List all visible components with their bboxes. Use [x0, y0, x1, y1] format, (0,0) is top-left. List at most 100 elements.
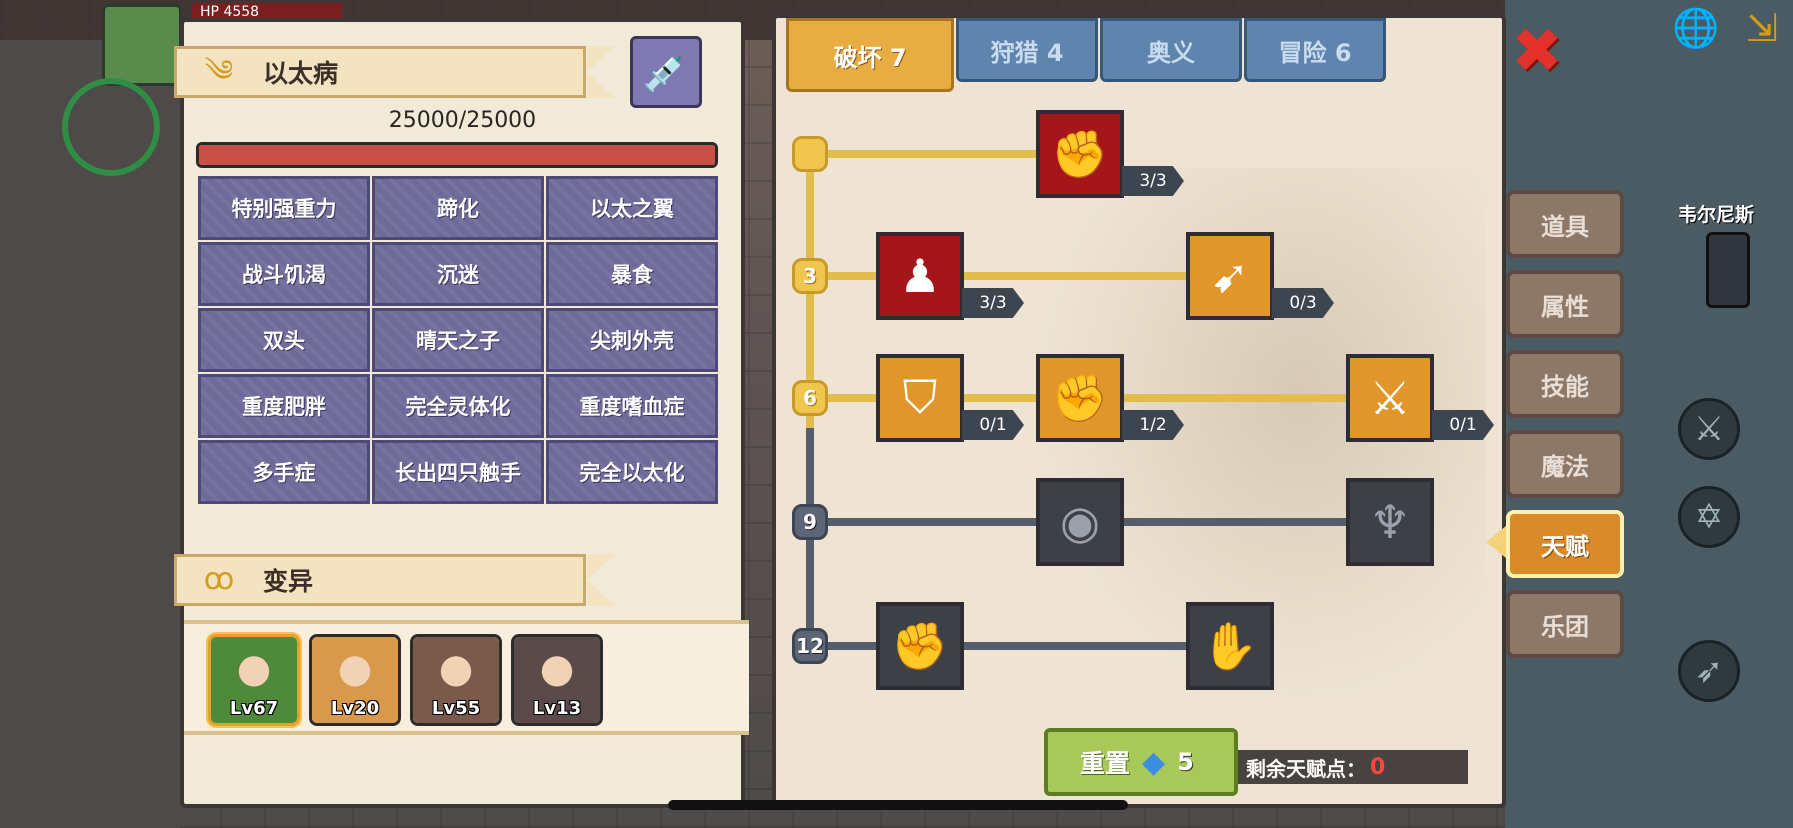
shield-break-icon: ⛉: [902, 370, 938, 424]
globe-icon[interactable]: 🌐: [1672, 6, 1719, 50]
skill-level-count: 0/1: [962, 410, 1024, 440]
skill-level-count: 0/1: [1432, 410, 1494, 440]
talent-panel: 破坏 7 狩猎 4 奥义 冒险 6 3 6 9 12 ✊ 3/3 ♟ 3/3 ➹ 0/3 ⛉ 0/1 ✊ 1/2…: [772, 14, 1506, 808]
arm-wrestle-skill[interactable]: ✊: [1036, 110, 1124, 198]
arrow-dodge-icon: ➹: [1210, 249, 1250, 303]
fist-skill[interactable]: ✊: [876, 602, 964, 690]
menu-5-button[interactable]: 天赋: [1506, 510, 1624, 578]
disease-panel: ༄ 以太病 💉 25000/25000 特别强重力 蹄化 以太之翼战斗饥渴 沉迷 暴食双…: [174, 18, 749, 808]
remaining-points: 剩余天赋点： 0: [1238, 750, 1468, 784]
bat-drop-icon: ♆: [1369, 495, 1411, 549]
disease-title: 以太病: [263, 59, 339, 88]
bow-icon[interactable]: ➶: [1678, 640, 1740, 702]
reset-button[interactable]: 重置 ◆ 5: [1044, 728, 1238, 796]
tier-node: 12: [792, 628, 828, 664]
close-icon: ✖: [1511, 14, 1563, 87]
menu-2-button[interactable]: 属性: [1506, 270, 1624, 338]
exit-icon[interactable]: ⇲: [1740, 6, 1784, 50]
player-avatar[interactable]: [102, 4, 182, 86]
sword-slash-icon: ⚔: [1369, 371, 1411, 425]
trait-cell[interactable]: 蹄化: [372, 176, 544, 240]
trait-cell[interactable]: 暴食: [546, 242, 718, 306]
shield-break-skill[interactable]: ⛉: [876, 354, 964, 442]
disease-hp-text: 25000/25000: [388, 108, 537, 133]
trait-cell[interactable]: 双头: [198, 308, 370, 372]
wind-icon: ༄: [204, 54, 234, 89]
party-character-1[interactable]: Lv67: [208, 634, 300, 726]
npc-name-label: 韦尔尼斯: [1678, 204, 1755, 226]
skill-level-count: 0/3: [1272, 288, 1334, 318]
home-indicator: [668, 800, 1128, 810]
bat-drop-skill[interactable]: ♆: [1346, 478, 1434, 566]
trait-cell[interactable]: 尖刺外壳: [546, 308, 718, 372]
reset-cost: 5: [1177, 748, 1194, 776]
sword-slash-skill[interactable]: ⚔: [1346, 354, 1434, 442]
menu-6-button[interactable]: 乐团: [1506, 590, 1624, 658]
trait-cell[interactable]: 战斗饥渴: [198, 242, 370, 306]
close-button[interactable]: ✖: [1508, 20, 1566, 82]
skill-level-count: 1/2: [1122, 410, 1184, 440]
dna-icon: ꝏ: [203, 562, 235, 597]
grab-hand-skill[interactable]: ✋: [1186, 602, 1274, 690]
remaining-points-value: 0: [1370, 754, 1386, 780]
ripple-orb-skill[interactable]: ◉: [1036, 478, 1124, 566]
tier-node: [792, 136, 828, 172]
arm-wrestle-icon: ✊: [1051, 126, 1109, 181]
tree-row-line: [810, 272, 1230, 280]
phone-icon[interactable]: [1706, 232, 1750, 308]
trait-cell[interactable]: 多手症: [198, 440, 370, 504]
reset-label: 重置: [1080, 749, 1131, 778]
muscle-body-skill[interactable]: ♟: [876, 232, 964, 320]
skill-level-count: 3/3: [1122, 166, 1184, 196]
muscle-body-icon: ♟: [899, 249, 941, 303]
trait-cell[interactable]: 重度肥胖: [198, 374, 370, 438]
disease-hp-bar: [196, 142, 718, 168]
ripple-orb-icon: ◉: [1059, 495, 1101, 549]
talent-tab[interactable]: 冒险 6: [1244, 18, 1386, 82]
trait-cell[interactable]: 重度嗜血症: [546, 374, 718, 438]
mutation-title: 变异: [263, 567, 314, 596]
trait-cell[interactable]: 沉迷: [372, 242, 544, 306]
tier-node: 6: [792, 380, 828, 416]
talent-tab[interactable]: 奥义: [1100, 18, 1242, 82]
buff-ring-icon: [62, 78, 160, 176]
syringe-icon: 💉: [642, 50, 690, 94]
diamond-icon: ◆: [1142, 744, 1166, 780]
party-character-4[interactable]: Lv13: [511, 634, 603, 726]
remaining-points-label: 剩余天赋点：: [1246, 756, 1366, 781]
skill-level-count: 3/3: [962, 288, 1024, 318]
tree-row-line: [810, 642, 1230, 650]
hexagram-icon[interactable]: ✡: [1678, 486, 1740, 548]
character-level: Lv13: [532, 698, 582, 719]
trait-cell[interactable]: 完全灵体化: [372, 374, 544, 438]
party-list: Lv67 Lv20 Lv55 Lv13: [184, 620, 749, 735]
tier-node: 3: [792, 258, 828, 294]
trait-cell[interactable]: 晴天之子: [372, 308, 544, 372]
character-level: Lv20: [330, 698, 380, 719]
talent-tab[interactable]: 狩猎 4: [956, 18, 1098, 82]
trait-cell[interactable]: 以太之翼: [546, 176, 718, 240]
menu-4-button[interactable]: 魔法: [1506, 430, 1624, 498]
party-character-2[interactable]: Lv20: [309, 634, 401, 726]
menu-3-button[interactable]: 技能: [1506, 350, 1624, 418]
party-character-3[interactable]: Lv55: [410, 634, 502, 726]
syringe-button[interactable]: 💉: [630, 36, 702, 108]
trait-cell[interactable]: 特别强重力: [198, 176, 370, 240]
mutation-banner: ꝏ 变异: [174, 554, 615, 606]
menu-1-button[interactable]: 道具: [1506, 190, 1624, 258]
character-level: Lv67: [229, 698, 279, 719]
trait-grid: 特别强重力 蹄化 以太之翼战斗饥渴 沉迷 暴食双头 晴天之子 尖刺外壳重度肥胖 完全灵体化 重度…: [198, 176, 720, 504]
sword-emblem-icon[interactable]: ⚔: [1678, 398, 1740, 460]
talent-tabs: 破坏 7 狩猎 4 奥义 冒险 6: [786, 18, 1386, 92]
disease-banner: ༄ 以太病: [174, 46, 615, 98]
menu-selection-arrow: [1486, 526, 1506, 558]
arrow-dodge-skill[interactable]: ➹: [1186, 232, 1274, 320]
talent-tab[interactable]: 破坏 7: [786, 18, 954, 92]
punch-icon: ✊: [1051, 370, 1109, 425]
trait-cell[interactable]: 长出四只触手: [372, 440, 544, 504]
fist-icon: ✊: [891, 618, 949, 673]
trait-cell[interactable]: 完全以太化: [546, 440, 718, 504]
punch-skill[interactable]: ✊: [1036, 354, 1124, 442]
tier-node: 9: [792, 504, 828, 540]
character-level: Lv55: [431, 698, 481, 719]
